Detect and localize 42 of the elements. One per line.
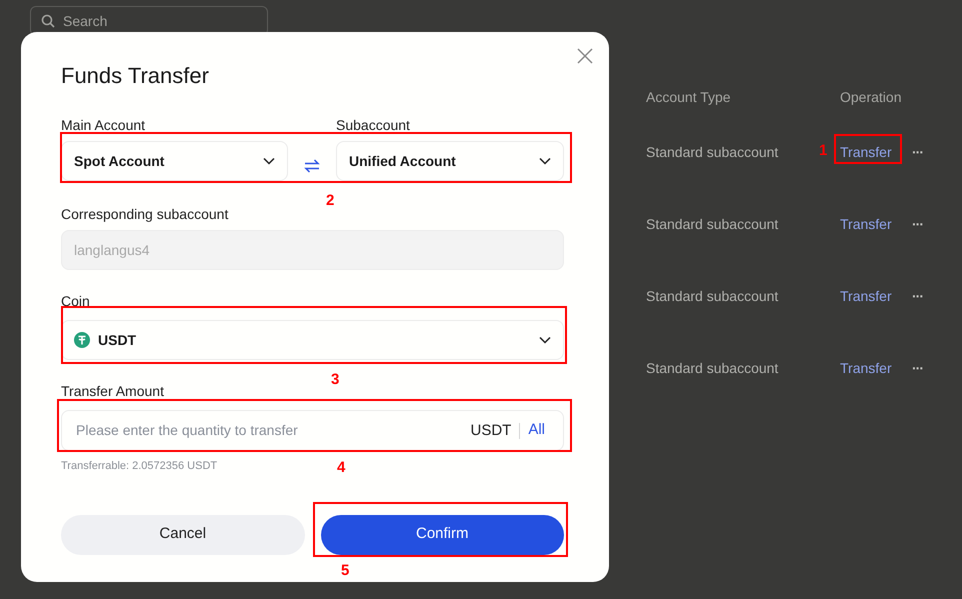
column-header: Account Type [646,88,731,107]
field-label: Corresponding subaccount [61,207,228,221]
annotation-box [834,134,902,164]
field-label: Transfer Amount [61,384,164,398]
confirm-button[interactable]: Confirm [320,514,564,554]
table-cell-text: Standard subaccount [646,287,778,306]
swap-icon[interactable] [304,159,320,173]
more-icon[interactable]: ··· [912,358,923,379]
table-cell-text: Standard subaccount [646,359,778,378]
amount-field[interactable]: Please enter the quantity to transfer USDT All [61,410,564,451]
step-number: 3 [331,372,340,388]
column-header: Operation [840,88,902,107]
coin-select[interactable]: USDT [61,320,564,360]
chevron-icon [539,157,551,165]
step-number: 2 [326,193,334,209]
chevron-icon [263,157,275,165]
field-label: Coin [61,294,90,308]
field-label: Subaccount [336,118,410,132]
step-number: 5 [341,563,350,579]
close-button[interactable] [577,48,593,64]
transfer-link[interactable]: Transfer [840,358,892,379]
step-number: 4 [337,460,346,476]
more-icon[interactable]: ··· [912,142,923,163]
account-select[interactable]: Unified Account [336,141,564,181]
table-cell-text: Standard subaccount [646,215,778,234]
search-icon [41,14,55,28]
unit-label: USDT [470,422,520,438]
table-cell-text: Standard subaccount [646,143,778,162]
coin-icon [74,332,90,348]
account-select[interactable]: Spot Account [61,141,288,181]
transfer-link[interactable]: Transfer [840,286,892,307]
transfer-link[interactable]: Transfer [840,214,892,235]
step-number: 1 [819,143,828,159]
dialog-title: Funds Transfer [61,62,210,90]
chevron-icon [539,336,551,344]
all-button[interactable]: All [520,418,551,443]
more-icon[interactable]: ··· [912,286,923,307]
field-label: Main Account [61,118,146,132]
transfer-link[interactable]: Transfer [840,142,892,163]
more-icon[interactable]: ··· [912,214,923,235]
transferable-hint: Transferrable: 2.0572356 USDT [61,459,218,474]
cancel-button[interactable]: Cancel [61,514,304,554]
